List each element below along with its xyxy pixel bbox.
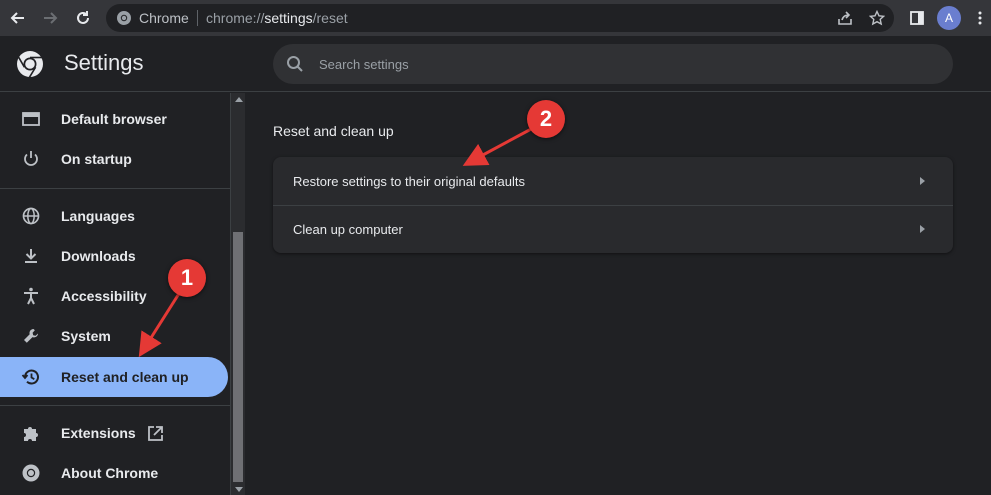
external-link-icon — [148, 426, 163, 441]
sidebar-item-label: Default browser — [61, 111, 167, 127]
star-icon — [869, 10, 885, 26]
section-title: Reset and clean up — [273, 123, 394, 139]
browser-toolbar: Chrome chrome://settings/reset A — [0, 0, 991, 36]
chrome-site-icon — [117, 11, 131, 25]
search-box[interactable] — [273, 44, 953, 84]
more-vert-icon — [978, 11, 982, 25]
side-panel-icon — [910, 11, 924, 25]
profile-avatar[interactable]: A — [937, 6, 961, 30]
chrome-logo-icon — [17, 51, 43, 78]
row-label: Clean up computer — [293, 222, 403, 237]
sidebar-item-label: Extensions — [61, 425, 136, 441]
search-icon — [287, 56, 303, 72]
sidebar-item-label: System — [61, 328, 111, 344]
bookmark-button[interactable] — [865, 6, 889, 30]
forward-arrow-icon — [44, 12, 58, 24]
search-input[interactable] — [319, 44, 919, 84]
globe-icon — [22, 207, 40, 225]
sidebar-item-label: Accessibility — [61, 288, 147, 304]
url-path: /reset — [312, 10, 348, 26]
forward-button[interactable] — [38, 6, 62, 30]
sidebar-divider — [0, 405, 230, 406]
sidebar-item-system[interactable]: System — [0, 316, 228, 356]
power-icon — [24, 151, 38, 166]
sidebar-scrollbar-thumb[interactable] — [233, 232, 243, 482]
back-arrow-icon — [10, 12, 24, 24]
sidebar-item-label: Downloads — [61, 248, 136, 264]
sidebar-item-about-chrome[interactable]: About Chrome — [0, 453, 228, 493]
reset-settings-card: Restore settings to their original defau… — [273, 157, 953, 253]
share-button[interactable] — [833, 6, 857, 30]
clean-up-computer-row[interactable]: Clean up computer — [273, 205, 953, 253]
reload-button[interactable] — [71, 6, 95, 30]
restore-defaults-row[interactable]: Restore settings to their original defau… — [273, 157, 953, 205]
menu-button[interactable] — [968, 6, 991, 30]
scroll-down-arrow-icon[interactable] — [235, 487, 243, 492]
sidebar-item-label: On startup — [61, 151, 132, 167]
annotation-badge-2: 2 — [527, 100, 565, 138]
puzzle-icon — [24, 427, 38, 441]
settings-header: Settings — [0, 36, 991, 92]
row-label: Restore settings to their original defau… — [293, 174, 525, 189]
download-icon — [25, 249, 37, 263]
chevron-right-icon — [920, 225, 925, 233]
sidebar-item-label: Reset and clean up — [61, 369, 189, 385]
address-bar[interactable]: Chrome chrome://settings/reset — [106, 4, 894, 32]
sidebar-item-reset-and-clean-up[interactable]: Reset and clean up — [0, 357, 228, 397]
annotation-badge-1: 1 — [168, 259, 206, 297]
chevron-right-icon — [920, 177, 925, 185]
browser-window-icon — [22, 112, 40, 126]
sidebar-item-extensions[interactable]: Extensions — [0, 413, 228, 453]
wrench-icon — [24, 328, 38, 343]
back-button[interactable] — [6, 6, 30, 30]
url-host: settings — [264, 10, 313, 26]
sidebar-divider — [0, 188, 230, 189]
site-label: Chrome — [139, 10, 189, 26]
side-panel-button[interactable] — [905, 6, 929, 30]
sidebar-item-label: Languages — [61, 208, 135, 224]
url-text: chrome://settings/reset — [206, 10, 348, 26]
omnibox-divider — [197, 10, 198, 26]
accessibility-icon — [24, 287, 38, 305]
sidebar-item-label: About Chrome — [61, 465, 159, 481]
chrome-logo-icon — [22, 464, 40, 482]
sidebar-item-languages[interactable]: Languages — [0, 196, 228, 236]
sidebar-item-on-startup[interactable]: On startup — [0, 139, 228, 179]
scroll-up-arrow-icon[interactable] — [235, 97, 243, 102]
share-icon — [838, 11, 852, 25]
page-title: Settings — [64, 50, 144, 75]
sidebar-item-default-browser[interactable]: Default browser — [0, 99, 228, 139]
history-reset-icon — [21, 369, 39, 385]
reload-icon — [77, 11, 89, 24]
url-prefix: chrome:// — [206, 10, 265, 26]
